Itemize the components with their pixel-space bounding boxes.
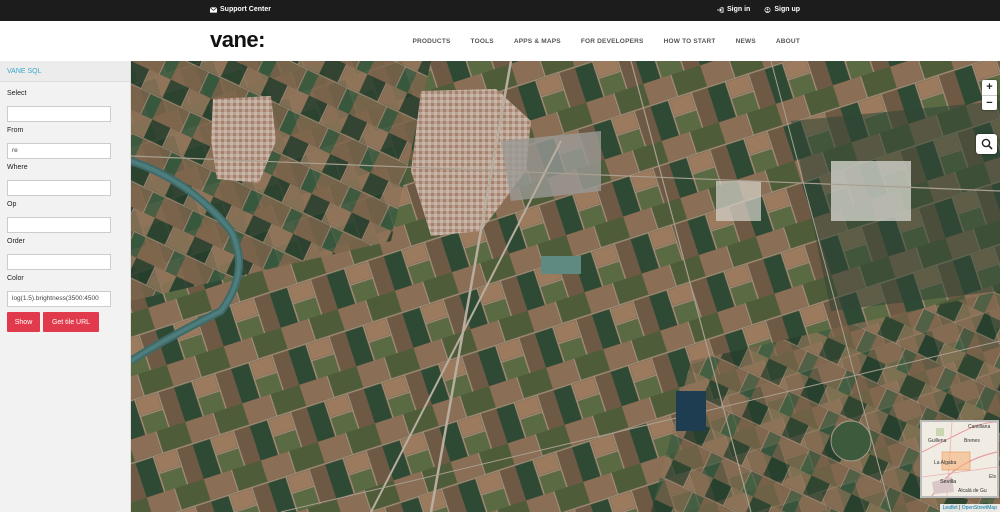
support-center-link[interactable]: Support Center — [210, 6, 271, 13]
nav-item-news[interactable]: NEWS — [736, 38, 756, 45]
zoom-out-button[interactable]: − — [982, 95, 997, 110]
sign-in-label: Sign in — [726, 6, 751, 13]
nav-item-for-developers[interactable]: FOR DEVELOPERS — [581, 38, 644, 45]
sign-up-link[interactable]: Sign up — [764, 6, 800, 13]
nav-item-products[interactable]: PRODUCTS — [412, 38, 450, 45]
nav-item-apps-maps[interactable]: APPS & MAPS — [514, 38, 561, 45]
order-label: Order — [7, 238, 25, 245]
op-field-group: Op — [7, 201, 111, 233]
search-icon — [981, 138, 993, 150]
sign-in-icon — [717, 6, 724, 13]
sidebar-title: VANE SQL — [0, 61, 130, 82]
minimap-label-brenes: Brenes — [964, 438, 980, 444]
from-field-group: From — [7, 127, 111, 159]
order-input[interactable] — [7, 253, 111, 270]
map-search-button[interactable] — [976, 134, 997, 154]
envelope-icon — [210, 6, 217, 13]
minimap-label-guillena: Guillena — [928, 438, 947, 444]
zoom-control: + − — [982, 80, 997, 110]
select-label: Select — [7, 90, 27, 97]
color-label: Color — [7, 275, 24, 282]
sign-in-link[interactable]: Sign in — [717, 6, 750, 13]
minimap-label-cantillana: Cantillana — [968, 424, 991, 430]
sign-up-label: Sign up — [774, 6, 800, 13]
zoom-in-button[interactable]: + — [982, 80, 997, 95]
from-input[interactable] — [7, 142, 111, 159]
satellite-map[interactable]: + − Cantillana Guillena Brenes La Algaba… — [131, 61, 1000, 512]
sql-sidebar: VANE SQL Select From Where Op Order Colo… — [0, 61, 131, 512]
leaflet-link[interactable]: Leaflet — [943, 505, 958, 511]
minimap-label-sevilla: Sevilla — [940, 479, 957, 485]
from-label: From — [7, 127, 24, 134]
vane-logo[interactable]: vane: — [210, 27, 265, 53]
satellite-imagery — [131, 61, 1000, 512]
minimap-label-la-algaba: La Algaba — [934, 460, 957, 466]
nav-item-how-to-start[interactable]: HOW TO START — [664, 38, 716, 45]
nav-item-about[interactable]: ABOUT — [776, 38, 800, 45]
minimap-label-els: Els — [989, 474, 996, 480]
map-attribution: Leaflet | OpenStreetMap — [939, 504, 1000, 512]
op-input[interactable] — [7, 216, 111, 233]
nav-item-tools[interactable]: TOOLS — [471, 38, 494, 45]
show-button[interactable]: Show — [7, 312, 40, 332]
top-bar: Support Center Sign in Sign up — [0, 0, 1000, 21]
nav-menu: PRODUCTS TOOLS APPS & MAPS FOR DEVELOPER… — [412, 38, 800, 45]
select-input[interactable] — [7, 105, 111, 122]
color-field-group: Color — [7, 275, 111, 307]
overview-minimap[interactable]: Cantillana Guillena Brenes La Algaba Sev… — [920, 420, 999, 498]
where-input[interactable] — [7, 179, 111, 196]
minimap-label-alcala: Alcalá de Gu — [958, 488, 987, 494]
minimap-roads — [922, 422, 997, 496]
main-navbar: vane: PRODUCTS TOOLS APPS & MAPS FOR DEV… — [0, 21, 1000, 61]
op-label: Op — [7, 201, 17, 208]
openstreetmap-link[interactable]: OpenStreetMap — [962, 505, 997, 511]
where-label: Where — [7, 164, 28, 171]
color-input[interactable] — [7, 290, 111, 307]
order-field-group: Order — [7, 238, 111, 270]
select-field-group: Select — [7, 90, 111, 122]
where-field-group: Where — [7, 164, 111, 196]
support-center-label: Support Center — [220, 6, 271, 13]
get-tile-url-button[interactable]: Get tile URL — [43, 312, 99, 332]
user-circle-icon — [764, 6, 771, 13]
